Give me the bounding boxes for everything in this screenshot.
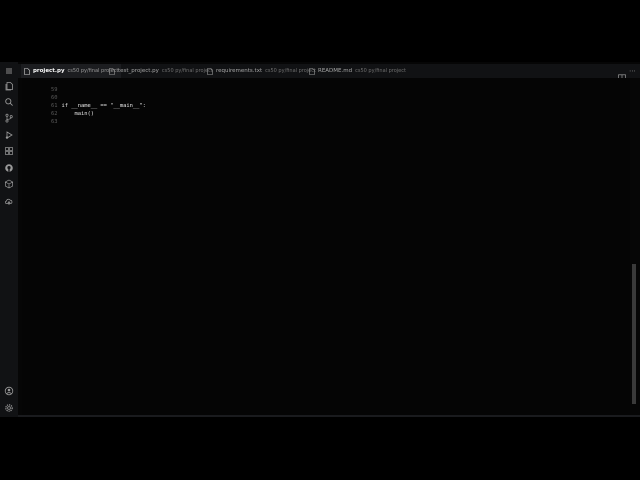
editor-scrollbar[interactable] — [632, 264, 636, 404]
file-icon — [309, 67, 315, 75]
github-icon[interactable] — [4, 163, 14, 173]
tab-requirements-txt[interactable]: requirements.txt cs50 py/final project — [207, 64, 316, 78]
code-line: 62 main() — [22, 102, 94, 117]
more-actions-icon[interactable]: ⋯ — [629, 67, 637, 75]
activity-bar — [0, 62, 18, 417]
menu-icon[interactable] — [4, 66, 14, 76]
tab-path: cs50 py/final project — [355, 68, 406, 74]
code-line: 61 if __name__ == "__main__": — [22, 94, 146, 109]
split-editor-icon[interactable] — [618, 67, 626, 82]
tab-readme-md[interactable]: README.md cs50 py/final project — [309, 64, 406, 78]
remote-explorer-icon[interactable] — [4, 179, 14, 189]
code-line: 59 — [22, 78, 61, 93]
line-number: 63 — [50, 119, 58, 125]
deploy-icon[interactable] — [4, 196, 14, 206]
tab-label: project.py — [33, 68, 65, 74]
files-icon[interactable] — [4, 81, 14, 91]
run-debug-icon[interactable] — [4, 130, 14, 140]
source-control-icon[interactable] — [4, 113, 14, 123]
tab-test-project-py[interactable]: test_project.py cs50 py/final project — [109, 64, 213, 78]
editor-bottom-border — [18, 415, 640, 417]
line-code: main() — [61, 111, 94, 117]
extensions-icon[interactable] — [4, 146, 14, 156]
tab-label: test_project.py — [118, 68, 159, 74]
code-line: 60 — [22, 86, 61, 101]
account-icon[interactable] — [4, 386, 14, 396]
tab-label: README.md — [318, 68, 353, 74]
settings-gear-icon[interactable] — [4, 403, 14, 413]
code-editor[interactable]: 59 60 61 if __name__ == "__main__": 62 ma… — [22, 78, 630, 415]
file-icon — [109, 67, 115, 75]
tab-label: requirements.txt — [216, 68, 263, 74]
search-icon[interactable] — [4, 97, 14, 107]
tab-project-py[interactable]: project.py cs50 py/final project — [21, 64, 122, 78]
file-icon — [24, 67, 30, 75]
file-icon — [207, 67, 213, 75]
code-line: 63 — [22, 110, 61, 125]
tab-path: cs50 py/final project — [161, 68, 213, 74]
tab-bar: project.py cs50 py/final project test_pr… — [18, 64, 640, 82]
editor-window: project.py cs50 py/final project test_pr… — [0, 62, 640, 417]
